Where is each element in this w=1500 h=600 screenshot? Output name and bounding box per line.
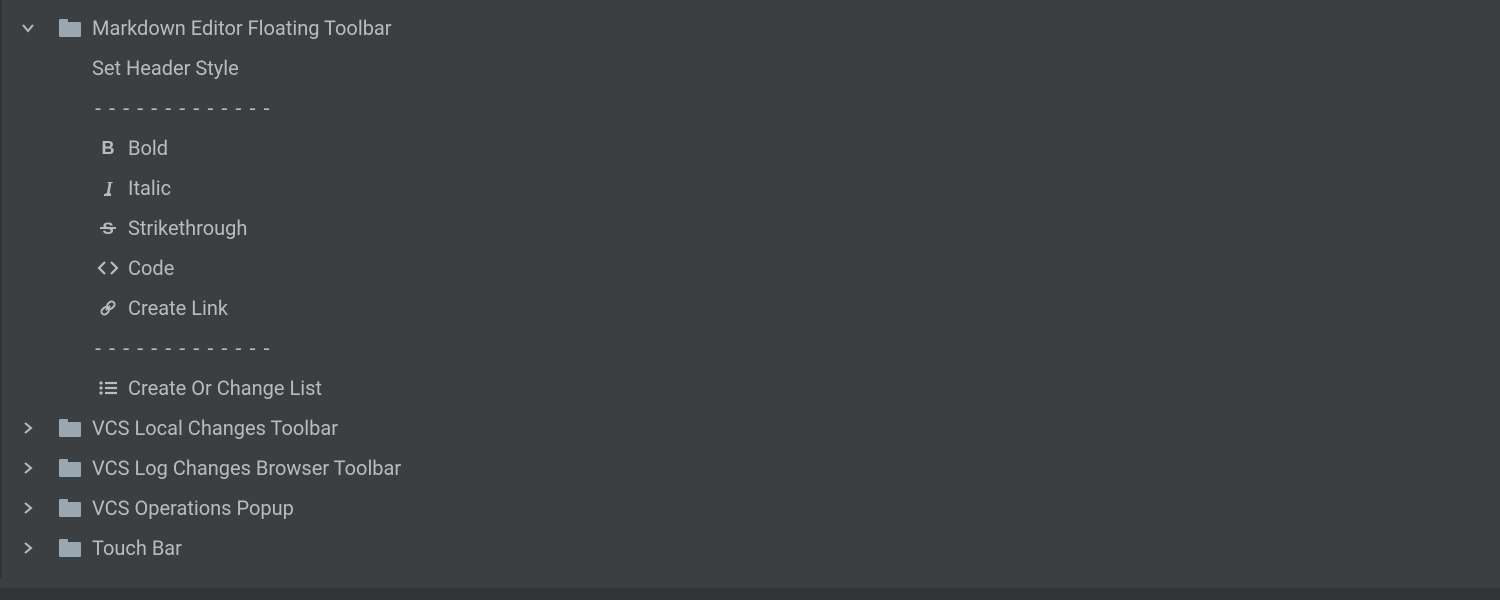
separator-text: ------------- bbox=[90, 336, 275, 360]
tree-item-code[interactable]: Code bbox=[6, 248, 1500, 288]
tree-item-label: Code bbox=[126, 256, 174, 280]
link-icon bbox=[98, 298, 118, 318]
tree-item-set-header-style[interactable]: Set Header Style bbox=[6, 48, 1500, 88]
tree-item-label: Create Link bbox=[126, 296, 228, 320]
chevron-right-icon bbox=[21, 541, 35, 555]
tree-item-label: Create Or Change List bbox=[126, 376, 322, 400]
tree-separator: ------------- bbox=[6, 328, 1500, 368]
chevron-right-icon bbox=[21, 421, 35, 435]
strikethrough-icon: S bbox=[98, 218, 118, 238]
svg-text:B: B bbox=[102, 138, 115, 158]
chevron-down-icon bbox=[21, 21, 35, 35]
panel-divider bbox=[0, 588, 1500, 600]
tree-item-label: VCS Log Changes Browser Toolbar bbox=[90, 456, 401, 480]
tree-item-label: Markdown Editor Floating Toolbar bbox=[90, 16, 392, 40]
tree-separator: ------------- bbox=[6, 88, 1500, 128]
tree-item-label: VCS Local Changes Toolbar bbox=[90, 416, 338, 440]
tree-item-vcs-operations-popup[interactable]: VCS Operations Popup bbox=[6, 488, 1500, 528]
tree-item-label: Italic bbox=[126, 176, 171, 200]
folder-icon bbox=[59, 459, 81, 477]
folder-icon bbox=[59, 419, 81, 437]
tree-item-vcs-log-changes-browser-toolbar[interactable]: VCS Log Changes Browser Toolbar bbox=[6, 448, 1500, 488]
tree-item-label: Set Header Style bbox=[90, 56, 239, 80]
tree-item-strikethrough[interactable]: S Strikethrough bbox=[6, 208, 1500, 248]
tree-item-label: Strikethrough bbox=[126, 216, 247, 240]
tree-item-markdown-floating-toolbar[interactable]: Markdown Editor Floating Toolbar bbox=[6, 8, 1500, 48]
tree-item-vcs-local-changes-toolbar[interactable]: VCS Local Changes Toolbar bbox=[6, 408, 1500, 448]
tree-item-label: Bold bbox=[126, 136, 168, 160]
folder-icon bbox=[59, 539, 81, 557]
tree-item-create-link[interactable]: Create Link bbox=[6, 288, 1500, 328]
chevron-right-icon bbox=[21, 501, 35, 515]
tree-item-bold[interactable]: B Bold bbox=[6, 128, 1500, 168]
separator-text: ------------- bbox=[90, 96, 275, 120]
italic-icon: I bbox=[98, 178, 118, 198]
settings-tree-panel: Markdown Editor Floating Toolbar Set Hea… bbox=[0, 0, 1500, 578]
folder-icon bbox=[59, 499, 81, 517]
folder-icon bbox=[59, 19, 81, 37]
chevron-right-icon bbox=[21, 461, 35, 475]
tree-item-label: Touch Bar bbox=[90, 536, 182, 560]
code-icon bbox=[97, 258, 119, 278]
tree-item-create-or-change-list[interactable]: Create Or Change List bbox=[6, 368, 1500, 408]
tree-item-touch-bar[interactable]: Touch Bar bbox=[6, 528, 1500, 568]
tree-item-label: VCS Operations Popup bbox=[90, 496, 294, 520]
tree-item-italic[interactable]: I Italic bbox=[6, 168, 1500, 208]
bold-icon: B bbox=[98, 138, 118, 158]
list-icon bbox=[98, 378, 118, 398]
